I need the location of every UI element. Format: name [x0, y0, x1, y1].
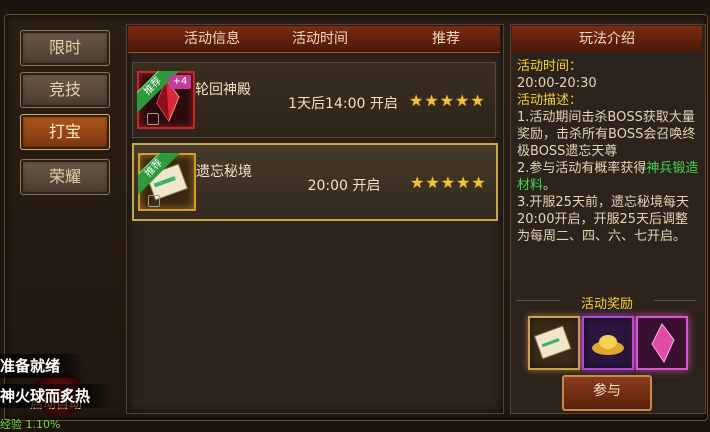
notification-ready: 准备就绪: [0, 354, 85, 378]
exp-text: 经验 1.10%: [0, 418, 61, 431]
tab-limited[interactable]: 限时: [20, 30, 110, 66]
col-activity-time: 活动时间: [292, 31, 348, 47]
recommend-stars: ★★★★★: [409, 91, 486, 110]
activity-name: 轮回神殿: [195, 82, 251, 98]
tab-treasure[interactable]: 打宝: [20, 114, 110, 150]
reward-gold-ingot[interactable]: [582, 316, 634, 370]
desc-line-3: 3.开服25天前，遗忘秘境每天20:00开启，开服25天后调整为每周二、四、六、…: [517, 195, 689, 244]
activity-time: 20:00 开启: [307, 178, 381, 194]
activity-row-forgotten-realm[interactable]: 推荐 遗忘秘境 20:00 开启 ★★★★★: [132, 143, 498, 221]
desc-line-1: 1.活动期间击杀BOSS获取大量奖励，击杀所有BOSS会召唤终极BOSS遗忘天尊: [517, 110, 696, 159]
scroll-icon: [533, 325, 572, 360]
plus-tag: +4: [169, 75, 191, 89]
activity-time: 1天后14:00 开启: [288, 96, 398, 112]
notification-fireball: 神火球而炙热: [0, 384, 115, 408]
tab-glory[interactable]: 荣耀: [20, 159, 110, 195]
recommend-ribbon: 推荐: [138, 153, 182, 197]
tab-arena[interactable]: 竞技: [20, 72, 110, 108]
list-header: 活动信息 活动时间 推荐: [128, 26, 500, 53]
reward-scroll[interactable]: [528, 316, 580, 370]
lock-icon: [148, 195, 160, 207]
gold-ingot-icon: [592, 335, 624, 355]
info-title: 玩法介绍: [512, 26, 702, 52]
col-activity-info: 活动信息: [184, 31, 240, 47]
time-label: 活动时间：: [517, 59, 583, 74]
desc-line-2: 2.参与活动有概率获得神兵锻造材料。: [517, 161, 699, 193]
lock-icon: [147, 113, 159, 125]
desc-label: 活动描述：: [517, 93, 583, 108]
col-recommend: 推荐: [432, 31, 460, 47]
reward-title: 活动奖励: [560, 293, 654, 312]
crystal-item-icon: 推荐 +4: [137, 71, 195, 129]
join-button[interactable]: 参与: [562, 375, 652, 411]
info-body: 活动时间： 20:00-20:30 活动描述： 1.活动期间击杀BOSS获取大量…: [517, 58, 699, 245]
scroll-item-icon: 推荐: [138, 153, 196, 211]
activity-name: 遗忘秘境: [196, 164, 252, 180]
time-value: 20:00-20:30: [517, 76, 597, 91]
activity-row-samsara-temple[interactable]: 推荐 +4 轮回神殿 1天后14:00 开启 ★★★★★: [132, 62, 496, 138]
pink-crystal-icon: [651, 323, 675, 364]
reward-crystal[interactable]: [636, 316, 688, 370]
recommend-stars: ★★★★★: [410, 173, 487, 192]
